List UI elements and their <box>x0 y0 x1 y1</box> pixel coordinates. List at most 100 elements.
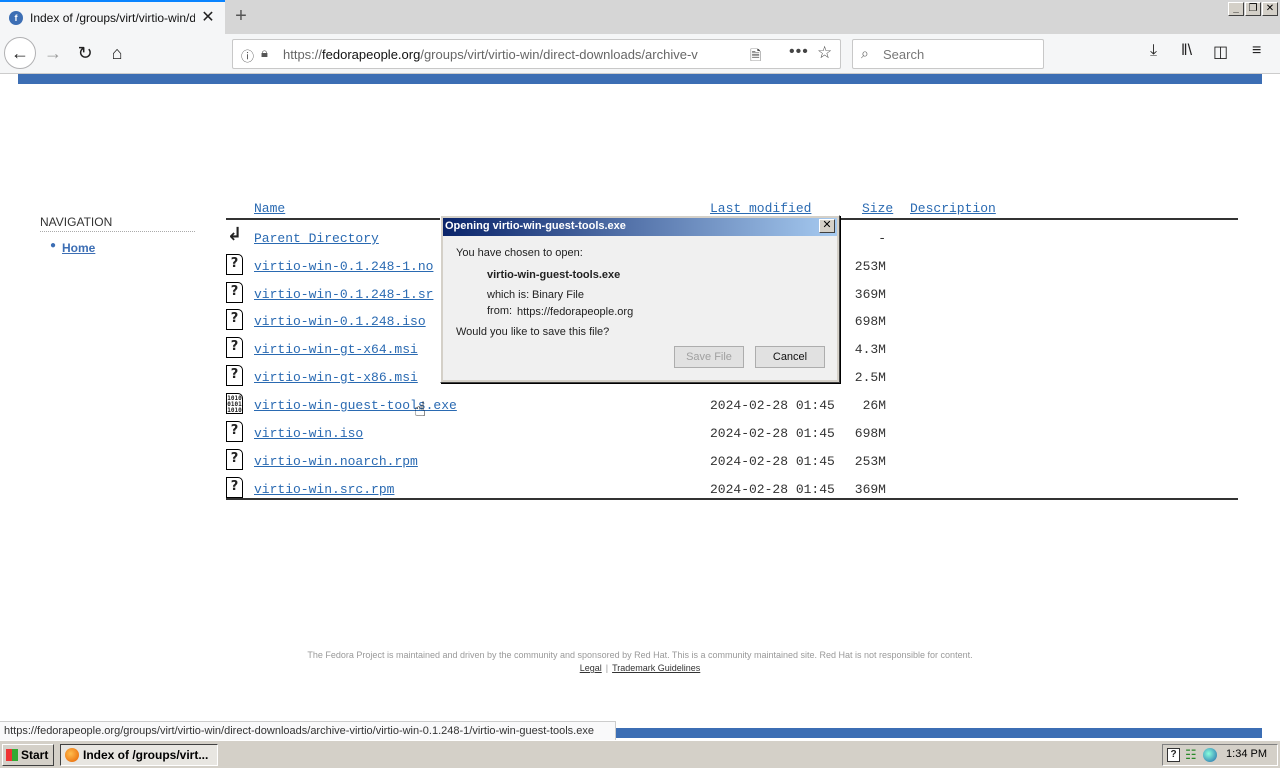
scrollbar[interactable] <box>1266 74 1280 738</box>
hand-cursor-icon: ☝ <box>414 399 427 421</box>
cancel-button[interactable]: Cancel <box>755 346 825 368</box>
sidebar-icon[interactable]: ◫ <box>1213 42 1228 62</box>
footer-text: The Fedora Project is maintained and dri… <box>307 650 973 660</box>
unknown-file-icon: ? <box>226 309 243 330</box>
footer-legal-link[interactable]: Legal <box>580 663 602 673</box>
file-link[interactable]: virtio-win-gt-x86.msi <box>254 370 418 385</box>
file-link[interactable]: virtio-win-0.1.248-1.no <box>254 259 433 274</box>
window-close-button[interactable]: ✕ <box>1262 2 1278 16</box>
file-size: 698M <box>854 426 886 441</box>
tab-bar: f Index of /groups/virt/virtio-win/direc… <box>0 0 1280 34</box>
download-dialog: Opening virtio-win-guest-tools.exe ✕ You… <box>440 215 840 383</box>
search-input[interactable] <box>881 44 1036 64</box>
file-link[interactable]: virtio-win.iso <box>254 426 363 441</box>
nav-home-link[interactable]: Home <box>62 241 95 255</box>
file-link[interactable]: virtio-win-guest-tools.exe <box>254 398 457 413</box>
tab-close-icon[interactable]: ✕ <box>198 8 218 28</box>
system-tray: ? ☷ 1:34 PM <box>1162 744 1278 766</box>
nav-heading: NAVIGATION <box>40 215 195 232</box>
file-size: 369M <box>854 482 886 497</box>
url-prefix: https:// <box>283 47 323 62</box>
unknown-file-icon: ? <box>226 449 243 470</box>
dialog-body: You have chosen to open: virtio-win-gues… <box>443 236 837 380</box>
network-icon[interactable]: ☷ <box>1185 747 1197 763</box>
dialog-which-is-value: Binary File <box>532 289 584 301</box>
dialog-close-button[interactable]: ✕ <box>819 219 835 233</box>
unknown-file-icon: ? <box>226 282 243 303</box>
nav-toolbar: ← → ↻ ⌂ ⓘ 🔒︎ https://fedorapeople.org/gr… <box>0 34 1280 74</box>
taskbar: Start Index of /groups/virt... ? ☷ 1:34 … <box>0 740 1280 768</box>
table-row: ? virtio-win.noarch.rpm 2024-02-28 01:45… <box>226 449 1238 482</box>
minimize-button[interactable]: _ <box>1228 2 1244 16</box>
info-icon[interactable]: ⓘ <box>241 46 254 65</box>
clock[interactable]: 1:34 PM <box>1226 748 1267 760</box>
file-link[interactable]: virtio-win.noarch.rpm <box>254 454 418 469</box>
unknown-file-icon: ? <box>226 254 243 275</box>
library-icon[interactable]: ‖\ <box>1181 42 1192 60</box>
url-bar[interactable]: ⓘ 🔒︎ https://fedorapeople.org/groups/vir… <box>232 39 841 69</box>
unknown-file-icon: ? <box>226 365 243 386</box>
table-row: ? virtio-win.src.rpm 2024-02-28 01:45 36… <box>226 477 1238 510</box>
table-divider <box>226 498 1238 500</box>
unknown-file-icon: ? <box>226 421 243 442</box>
help-icon[interactable]: ? <box>1167 748 1180 762</box>
file-link[interactable]: Parent Directory <box>254 231 379 246</box>
search-bar[interactable]: ⌕ <box>852 39 1044 69</box>
url-text[interactable]: https://fedorapeople.org/groups/virt/vir… <box>283 47 713 63</box>
tab-title: Index of /groups/virt/virtio-win/direct-… <box>30 11 195 25</box>
dialog-titlebar[interactable]: Opening virtio-win-guest-tools.exe ✕ <box>443 218 837 236</box>
globe-icon[interactable] <box>1203 748 1217 762</box>
file-date: 2024-02-28 01:45 <box>710 398 835 413</box>
file-date: 2024-02-28 01:45 <box>710 482 835 497</box>
search-icon: ⌕ <box>861 45 869 61</box>
file-size: 26M <box>862 398 886 413</box>
dialog-from-value: https://fedorapeople.org <box>517 306 634 318</box>
footer-separator: | <box>605 663 609 673</box>
bullet-icon: ● <box>50 240 57 251</box>
binary-file-icon: 1010 0101 1010 <box>226 393 243 414</box>
lock-icon[interactable]: 🔒︎ <box>261 45 268 61</box>
page-actions-icon[interactable]: ••• <box>789 43 809 61</box>
forward-button[interactable]: → <box>38 38 68 68</box>
url-host: fedorapeople.org <box>322 47 421 62</box>
unknown-file-icon: ? <box>226 477 243 498</box>
restore-button[interactable]: ❐ <box>1245 2 1261 16</box>
file-link[interactable]: virtio-win.src.rpm <box>254 482 394 497</box>
column-header-modified[interactable]: Last modified <box>710 201 811 216</box>
dialog-which-is-label: which is: <box>487 289 530 301</box>
bookmark-star-icon[interactable]: ☆ <box>817 43 832 63</box>
new-tab-button[interactable]: + <box>230 4 252 28</box>
reload-icon: ↻ <box>77 43 93 63</box>
file-link[interactable]: virtio-win-0.1.248.iso <box>254 314 426 329</box>
file-link[interactable]: virtio-win-gt-x64.msi <box>254 342 418 357</box>
windows-logo-icon <box>6 749 18 761</box>
reader-view-icon[interactable]: 🗎︎ <box>750 45 761 69</box>
file-link[interactable]: virtio-win-0.1.248-1.sr <box>254 287 433 302</box>
column-header-size[interactable]: Size <box>862 201 893 216</box>
menu-icon[interactable]: ≡ <box>1252 42 1261 60</box>
downloads-icon[interactable]: ⤓ <box>1150 42 1157 60</box>
table-row: 1010 0101 1010 virtio-win-guest-tools.exe … <box>226 393 1238 426</box>
dialog-chosen-label: You have chosen to open: <box>456 247 583 259</box>
home-button[interactable]: ⌂ <box>102 38 132 68</box>
taskbar-item-label: Index of /groups/virt... <box>83 748 209 762</box>
dialog-from-label: from: <box>487 305 513 317</box>
column-header-name[interactable]: Name <box>254 201 285 216</box>
footer-trademark-link[interactable]: Trademark Guidelines <box>612 663 700 673</box>
forward-arrow-icon: → <box>44 43 62 63</box>
dialog-question: Would you like to save this file? <box>456 326 610 338</box>
back-arrow-icon: ↲ <box>226 224 243 246</box>
back-button[interactable]: ← <box>4 37 36 69</box>
fedora-icon: f <box>9 11 23 25</box>
table-row: ? virtio-win.iso 2024-02-28 01:45 698M <box>226 421 1238 454</box>
taskbar-firefox-item[interactable]: Index of /groups/virt... <box>60 744 218 766</box>
file-date: 2024-02-28 01:45 <box>710 454 835 469</box>
tab-index-of[interactable]: f Index of /groups/virt/virtio-win/direc… <box>0 0 225 34</box>
unknown-file-icon: ? <box>226 337 243 358</box>
save-file-button[interactable]: Save File <box>674 346 744 368</box>
dialog-filename: virtio-win-guest-tools.exe <box>487 269 621 281</box>
header-band <box>18 74 1262 84</box>
column-header-description[interactable]: Description <box>910 201 996 216</box>
reload-button[interactable]: ↻ <box>70 38 100 68</box>
start-button[interactable]: Start <box>2 744 54 766</box>
